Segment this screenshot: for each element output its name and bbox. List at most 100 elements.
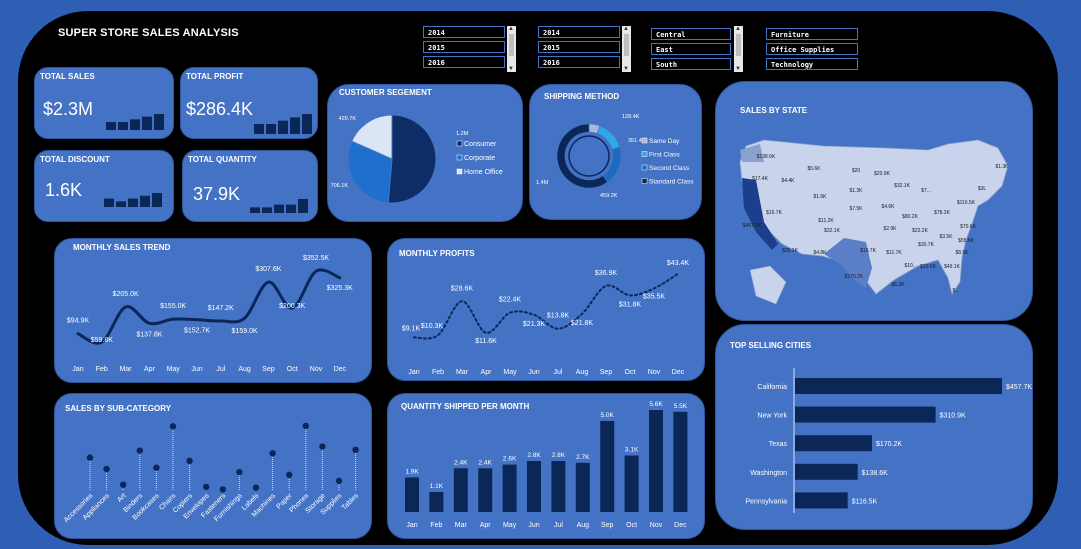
data-label: $43.4K [667, 260, 690, 267]
slicer-item[interactable]: Technology [766, 58, 858, 70]
year-slicer-1[interactable]: 2014 2015 2016 ▲ ▼ [423, 24, 518, 72]
segment-pie-chart: 1.2M 706.1K 429.7K Consumer Corporate Home Of… [331, 114, 503, 204]
data-label: 1.9K [405, 468, 419, 475]
bar [405, 477, 419, 512]
sales-by-subcategory-card: SALES BY SUB-CATEGORY Accessories Applian… [54, 393, 372, 539]
bar [649, 410, 663, 512]
scroll-down-icon[interactable]: ▼ [623, 66, 629, 72]
scroll-up-icon[interactable]: ▲ [623, 26, 629, 32]
slicer-item[interactable]: 2014 [423, 26, 505, 38]
state-label: $11.7K [886, 250, 902, 256]
state-label: $4.6K [881, 204, 895, 210]
scroll-down-icon[interactable]: ▼ [735, 66, 741, 72]
slicer-item[interactable]: 2014 [538, 26, 620, 38]
data-label: $94.9K [67, 318, 90, 325]
lollipop-point [269, 450, 276, 457]
data-label: 1.2M [456, 131, 469, 137]
data-label: 2.4K [454, 459, 468, 466]
data-label: $307.6K [255, 266, 281, 273]
slicer-item[interactable]: South [651, 58, 731, 70]
data-label: $325.3K [327, 285, 353, 292]
x-tick-label: Nov [650, 522, 663, 529]
state-label: $170.2K [845, 274, 864, 280]
state-label: $35.3K [782, 248, 799, 254]
data-label: 2.6K [503, 456, 517, 463]
x-tick-label: Mar [456, 369, 469, 376]
sparkline-bar [286, 204, 296, 213]
data-label: $170.2K [876, 441, 902, 448]
sparkline-bar [302, 114, 312, 134]
slicer-item[interactable]: Central [651, 28, 731, 40]
slicer-item[interactable]: East [651, 43, 731, 55]
lollipop-point [120, 481, 127, 488]
lollipop-point [219, 486, 226, 493]
region-slicer[interactable]: Central East South ▲ ▼ [651, 24, 746, 72]
bar [429, 491, 444, 512]
data-label: $116.5K [852, 498, 878, 505]
x-tick-label: Apr [481, 369, 493, 376]
state-label: $116.5K [957, 200, 976, 206]
state-label: $2.9K [883, 226, 897, 232]
slicer-scrollbar[interactable]: ▲ ▼ [622, 26, 631, 72]
legend-label: Second Class [649, 165, 690, 172]
slicer-item[interactable]: 2016 [538, 56, 620, 68]
state-label: $4.4K [781, 178, 795, 184]
kpi-total-sales: TOTAL SALES $2.3M [34, 67, 174, 139]
sparkline-bar [262, 207, 272, 213]
data-label: $138.6K [862, 470, 888, 477]
x-tick-label: Jul [554, 522, 563, 529]
y-tick-label: New York [757, 413, 787, 420]
slicer-item[interactable]: 2016 [423, 56, 505, 68]
state-label: $16.7K [766, 210, 783, 216]
monthly-profits-card: MONTHLY PROFITS Jan Feb Mar Apr May Jun Jul Aug… [387, 238, 705, 381]
data-label: $159.0K [232, 328, 258, 335]
bar [502, 464, 517, 512]
slicer-item[interactable]: 2015 [423, 41, 505, 53]
state-label: $7... [921, 188, 931, 194]
sparkline-chart [104, 193, 162, 207]
data-label: 1.4M [536, 180, 549, 186]
top-selling-cities-card: TOP SELLING CITIES $457.7K California $310… [715, 324, 1033, 530]
scroll-up-icon[interactable]: ▲ [735, 26, 741, 32]
data-label: $310.9K [940, 413, 966, 420]
kpi-label: TOTAL SALES [40, 72, 95, 81]
x-tick-label: Oct [287, 366, 298, 373]
state-label: $457.7K [743, 223, 762, 229]
sparkline-bar [278, 120, 288, 134]
sparkline-bar [142, 116, 152, 130]
x-tick-label: Nov [310, 366, 323, 373]
legend-swatch [641, 164, 648, 171]
sparkline-bar [298, 199, 308, 213]
alaska-shape [749, 265, 787, 305]
legend-label: Same Day [649, 138, 680, 145]
bar [551, 461, 566, 512]
state-label: $5.6K [807, 166, 821, 172]
scroll-up-icon[interactable]: ▲ [508, 26, 514, 32]
data-label: $13.8K [547, 313, 570, 320]
data-label: $137.8K [136, 331, 162, 338]
slicer-item[interactable]: Office Supplies [766, 43, 858, 55]
slicer-item[interactable]: Furniture [766, 28, 858, 40]
legend-swatch [641, 151, 648, 157]
state-label: $78.3K [934, 210, 951, 216]
quantity-bar-chart: 1.9K 1.1K 2.4K 2.4K 2.6K 2.8K 2.8K 2.7K 5.0K 3.1K… [405, 401, 688, 529]
state-label: $30.7K [918, 242, 935, 248]
subcategory-lollipop-chart: AccessoriesAppliances ArtBindersBookcases… [63, 422, 360, 524]
bar [600, 420, 615, 512]
state-label: $17.4K [752, 176, 769, 182]
legend-label: Home Office [464, 169, 503, 176]
slicer-scrollbar[interactable]: ▲ ▼ [507, 26, 516, 72]
kpi-label: TOTAL PROFIT [186, 72, 244, 81]
kpi-label: TOTAL DISCOUNT [40, 155, 110, 164]
state-label: $6.2K [891, 282, 905, 288]
slicer-item[interactable]: 2015 [538, 41, 620, 53]
kpi-value: 37.9K [193, 184, 241, 204]
scroll-down-icon[interactable]: ▼ [508, 66, 514, 72]
slicer-scrollbar[interactable]: ▲ ▼ [734, 26, 743, 72]
x-tick-label: Dec [334, 366, 347, 373]
legend-label: Consumer [464, 141, 497, 148]
x-tick-label: Oct [626, 522, 637, 529]
year-slicer-2[interactable]: 2014 2015 2016 ▲ ▼ [538, 24, 633, 72]
y-tick-label: Texas [769, 441, 788, 448]
category-slicer[interactable]: Furniture Office Supplies Technology [766, 24, 861, 72]
